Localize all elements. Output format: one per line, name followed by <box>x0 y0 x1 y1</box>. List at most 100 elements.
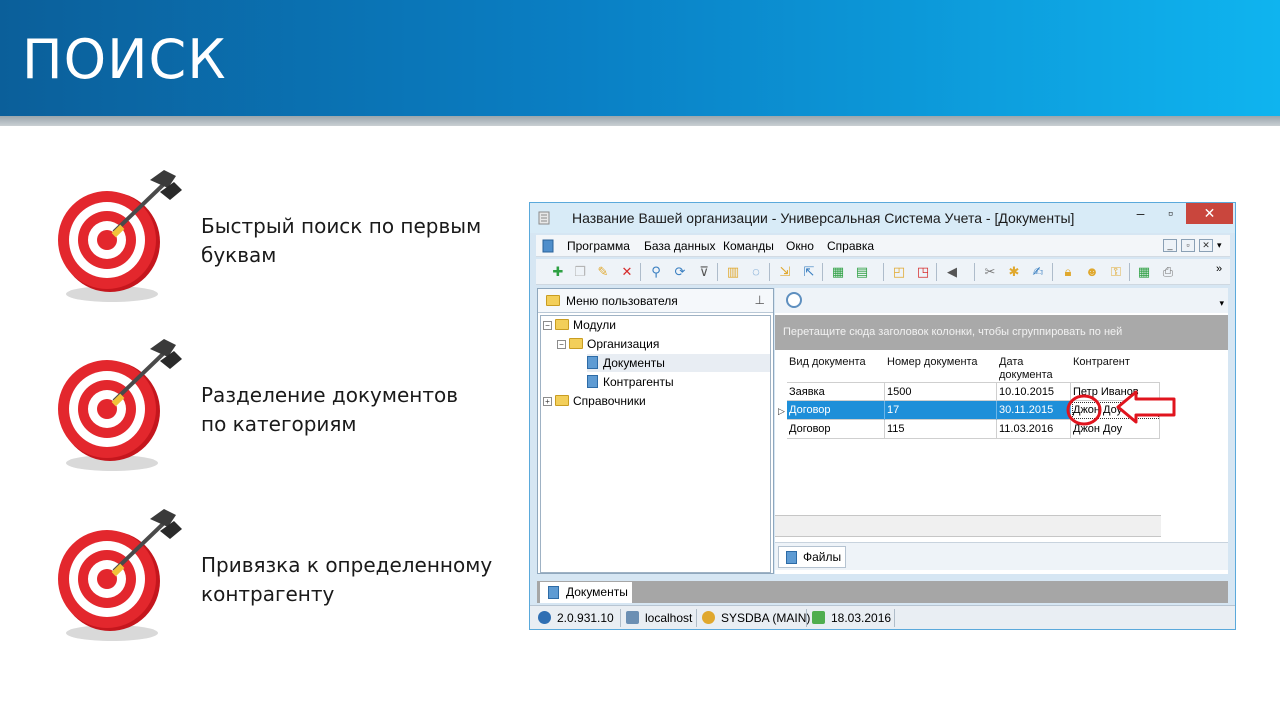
column-header-type[interactable]: Вид документа <box>789 356 866 369</box>
cell-party: Петр Иванов <box>1071 383 1160 402</box>
status-bar: 2.0.931.10 localhost SYSDBA (MAIN) 18.03… <box>530 605 1235 629</box>
calendar-icon[interactable]: ▦ <box>1136 264 1152 280</box>
edit-icon[interactable]: ✎ <box>595 264 611 280</box>
tree-item-label: Документы <box>603 356 665 370</box>
tree-item-counterparties[interactable]: Контрагенты <box>587 373 674 391</box>
pin-icon[interactable]: ⊥ <box>755 293 765 307</box>
tab-files[interactable]: Файлы <box>778 546 846 568</box>
lock-icon[interactable]: 🔒︎ <box>1060 264 1076 280</box>
new-window-icon[interactable]: ◰ <box>891 264 907 280</box>
cell-type: Договор <box>787 401 885 420</box>
user-menu-tree: − Модули − Организация Документы Контраген… <box>540 315 771 573</box>
cell-number: 17 <box>885 401 997 420</box>
status-date: 18.03.2016 <box>812 611 891 625</box>
tree-item-references[interactable]: + Справочники <box>543 392 646 410</box>
cell-date: 10.10.2015 <box>997 383 1071 402</box>
mdi-minimize-icon[interactable]: _ <box>1163 239 1177 252</box>
user-menu-title: Меню пользователя <box>566 294 678 308</box>
search-icon[interactable]: ⚲ <box>648 264 664 280</box>
tools-icon[interactable]: ✂ <box>982 264 998 280</box>
collapse-icon[interactable]: − <box>557 340 566 349</box>
documents-panel: ▾ Перетащите сюда заголовок колонки, что… <box>775 288 1228 574</box>
user-menu-panel: Меню пользователя ⊥ − Модули − Организация… <box>537 288 774 574</box>
collapse-icon[interactable]: − <box>543 321 552 330</box>
folder-icon <box>546 295 560 306</box>
clock-icon[interactable] <box>786 292 802 308</box>
status-separator <box>806 609 807 627</box>
table-row[interactable]: Заявка 1500 10.10.2015 Петр Иванов <box>787 382 1160 402</box>
chevron-down-icon[interactable]: ▾ <box>1219 298 1224 309</box>
maximize-button[interactable]: ▫ <box>1156 203 1185 224</box>
close-button[interactable]: ✕ <box>1186 203 1233 224</box>
tab-documents[interactable]: Документы <box>540 582 632 603</box>
add-icon[interactable]: ✚ <box>550 264 566 280</box>
tree-item-modules[interactable]: − Модули <box>543 316 616 334</box>
copy-icon[interactable]: ❐ <box>572 264 588 280</box>
feature-text: Быстрый поиск по первым буквам <box>201 212 481 270</box>
cell-party-editing[interactable]: Джон Доу <box>1071 401 1160 420</box>
slide-title: ПОИСК <box>22 28 227 91</box>
settings-icon[interactable]: ✱ <box>1006 264 1022 280</box>
chevron-down-icon[interactable]: ▾ <box>1217 240 1222 251</box>
status-separator <box>620 609 621 627</box>
excel-icon[interactable]: ▦ <box>830 264 846 280</box>
cell-type: Заявка <box>787 383 885 402</box>
menu-help[interactable]: Справка <box>827 239 874 253</box>
tree-item-label: Контрагенты <box>603 375 674 389</box>
report-icon[interactable]: ✍ <box>1030 264 1046 280</box>
feature-text: Привязка к определенному контрагенту <box>201 551 492 609</box>
delete-icon[interactable]: ✕ <box>619 264 635 280</box>
toolbar-separator <box>883 263 884 281</box>
app-window: Название Вашей организации - Универсальн… <box>529 202 1236 630</box>
toolbar-separator <box>1129 263 1130 281</box>
users-icon[interactable]: ☻ <box>1084 264 1100 280</box>
excel-export-icon[interactable]: ▤ <box>854 264 870 280</box>
version-text: 2.0.931.10 <box>557 611 614 625</box>
refresh-icon[interactable]: ⟳ <box>672 264 688 280</box>
expand-icon[interactable]: + <box>543 397 552 406</box>
slide: ПОИСК Быстрый поиск по первым буквам Раз… <box>0 0 1280 720</box>
menu-database[interactable]: База данных <box>644 239 715 253</box>
window-titlebar[interactable]: Название Вашей организации - Универсальн… <box>530 203 1235 233</box>
document-icon <box>548 586 559 599</box>
mdi-close-icon[interactable]: ✕ <box>1199 239 1213 252</box>
toolbar-separator <box>936 263 937 281</box>
window-close-icon[interactable]: ◳ <box>915 264 931 280</box>
tab-documents-label: Документы <box>566 585 628 599</box>
menu-window[interactable]: Окно <box>786 239 814 253</box>
key-icon[interactable]: ⚿ <box>1108 264 1124 280</box>
date-text: 18.03.2016 <box>831 611 892 625</box>
filter-icon[interactable]: ⊽ <box>696 264 712 280</box>
feature-line: контрагенту <box>201 582 335 606</box>
sound-icon[interactable]: ◀ <box>944 264 960 280</box>
menu-program[interactable]: Программа <box>567 239 630 253</box>
column-header-party[interactable]: Контрагент <box>1073 356 1130 369</box>
files-tab-strip: Файлы <box>775 542 1228 570</box>
comment-icon[interactable]: ◌ <box>748 264 764 280</box>
cell-date: 30.11.2015 <box>997 401 1071 420</box>
app-icon <box>538 211 550 225</box>
document-icon <box>786 551 797 564</box>
menu-commands[interactable]: Команды <box>723 239 774 253</box>
overflow-icon[interactable]: » <box>1211 261 1227 277</box>
column-header-date[interactable]: Дата документа <box>999 356 1059 382</box>
mdi-restore-icon[interactable]: ▫ <box>1181 239 1195 252</box>
dart-target-icon <box>58 509 182 641</box>
chart-icon[interactable]: ▥ <box>725 264 741 280</box>
table-row[interactable]: Договор 115 11.03.2016 Джон Доу <box>787 420 1160 439</box>
folder-icon <box>555 319 569 330</box>
current-row-indicator: ▷ <box>778 406 785 416</box>
status-separator <box>696 609 697 627</box>
tree-item-organization[interactable]: − Организация <box>557 335 659 353</box>
feature-item: Быстрый поиск по первым буквам <box>52 166 502 306</box>
minimize-button[interactable]: – <box>1126 203 1155 224</box>
toolbar-separator <box>822 263 823 281</box>
print-icon[interactable]: ⎙ <box>1160 264 1176 280</box>
folder-icon <box>555 395 569 406</box>
export-icon[interactable]: ⇱ <box>801 264 817 280</box>
column-header-number[interactable]: Номер документа <box>887 356 978 369</box>
tree-item-documents[interactable]: Документы <box>587 354 770 372</box>
table-row-selected[interactable]: Договор 17 30.11.2015 Джон Доу <box>787 401 1160 420</box>
group-by-area[interactable]: Перетащите сюда заголовок колонки, чтобы… <box>775 315 1228 350</box>
import-icon[interactable]: ⇲ <box>777 264 793 280</box>
